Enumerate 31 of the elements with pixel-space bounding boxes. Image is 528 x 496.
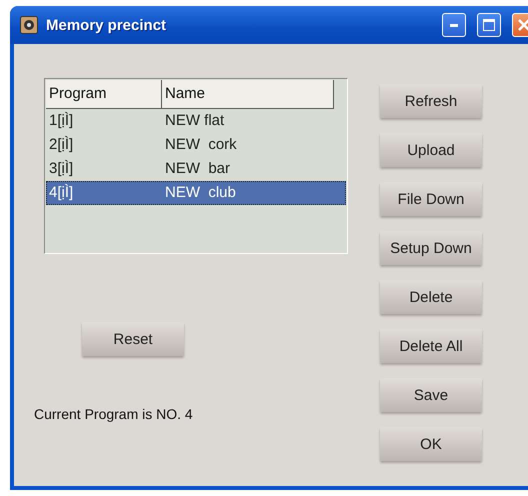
close-icon <box>517 18 528 32</box>
program-cell-text: 3[ịÌ] <box>48 159 74 179</box>
action-button[interactable]: Delete <box>380 280 482 314</box>
name-cell-text: NEW cork <box>164 135 238 155</box>
window-title: Memory precinct <box>46 16 168 34</box>
list-row[interactable]: 4[ịÌ] NEW club <box>46 181 346 205</box>
reset-button[interactable]: Reset <box>82 322 184 356</box>
action-button[interactable]: Save <box>380 378 482 412</box>
app-icon <box>20 16 38 34</box>
maximize-icon <box>483 19 495 31</box>
action-button[interactable]: Refresh <box>380 84 482 118</box>
name-cell-text: NEW club <box>164 183 237 203</box>
program-cell-text: 2[ịÌ] <box>48 135 74 155</box>
column-header[interactable]: Name <box>162 80 334 109</box>
minimize-icon <box>450 24 458 26</box>
action-button[interactable]: File Down <box>380 182 482 216</box>
minimize-button[interactable] <box>442 13 466 37</box>
program-cell-text: 4[ịÌ] <box>48 183 74 203</box>
column-header[interactable]: Program <box>46 80 162 109</box>
name-cell-text: NEW bar <box>164 159 232 179</box>
status-text: Current Program is NO. 4 <box>34 406 194 422</box>
action-button[interactable]: Setup Down <box>380 231 482 265</box>
list-row[interactable]: 1[ịÌ] NEW flat <box>46 109 346 133</box>
list-row[interactable]: 2[ịÌ] NEW cork <box>46 133 346 157</box>
action-button[interactable]: Delete All <box>380 329 482 363</box>
name-cell-text: NEW flat <box>164 111 226 131</box>
program-cell-text: 1[ịÌ] <box>48 111 74 131</box>
action-button[interactable]: Upload <box>380 133 482 167</box>
list-row[interactable]: 3[ịÌ] NEW bar <box>46 157 346 181</box>
action-button[interactable]: OK <box>380 427 482 461</box>
maximize-button[interactable] <box>477 13 501 37</box>
